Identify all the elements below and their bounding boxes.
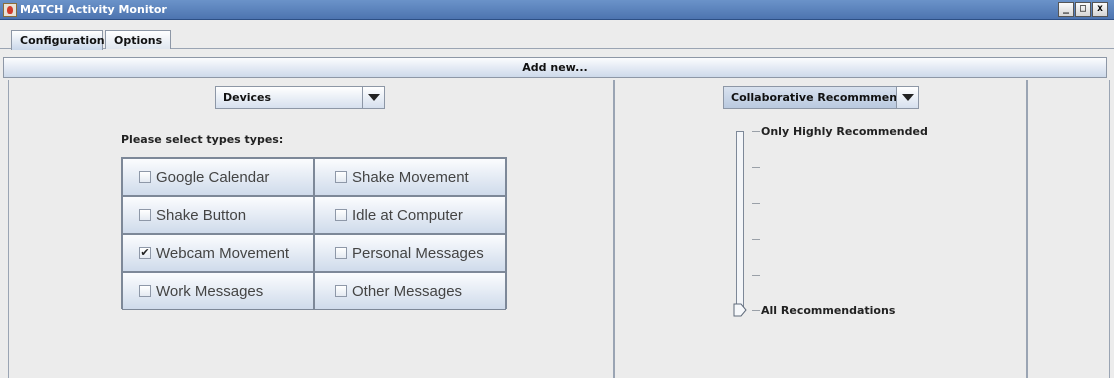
slider-tick: [752, 239, 760, 240]
checkbox-icon: [139, 209, 151, 221]
maximize-button[interactable]: □: [1075, 2, 1091, 17]
checkbox-icon: [335, 247, 347, 259]
checkbox-icon: [335, 209, 347, 221]
close-button[interactable]: x: [1092, 2, 1108, 17]
minimize-button[interactable]: _: [1058, 2, 1074, 17]
type-label: Webcam Movement: [156, 245, 290, 262]
slider-thumb-icon[interactable]: [733, 303, 747, 317]
checkbox-icon: ✔: [139, 247, 151, 259]
recommender-select[interactable]: Collaborative Recommmender: [723, 86, 919, 109]
type-label: Idle at Computer: [352, 207, 463, 224]
slider-bottom-label: All Recommendations: [761, 304, 896, 317]
type-toggle-google-calendar[interactable]: Google Calendar: [122, 158, 314, 196]
window-controls: _ □ x: [1058, 2, 1108, 17]
slider-tick: [752, 275, 760, 276]
checkbox-icon: [139, 285, 151, 297]
type-label: Google Calendar: [156, 169, 270, 186]
slider-tick: [752, 203, 760, 204]
recommender-value: Collaborative Recommmender: [731, 91, 918, 104]
type-label: Other Messages: [352, 283, 463, 300]
type-toggle-shake-button[interactable]: Shake Button: [122, 196, 314, 234]
chevron-down-icon[interactable]: [896, 87, 918, 108]
type-toggle-personal-messages[interactable]: Personal Messages: [314, 234, 506, 272]
slider-top-label: Only Highly Recommended: [761, 125, 928, 138]
type-prompt: Please select types types:: [121, 133, 284, 146]
recommendation-slider-track[interactable]: [736, 131, 744, 311]
type-toggle-grid: Google Calendar Shake Movement Shake But…: [121, 157, 507, 310]
window-title: MATCH Activity Monitor: [20, 3, 167, 16]
app-icon: [3, 3, 17, 17]
type-label: Work Messages: [156, 283, 264, 300]
type-toggle-idle-at-computer[interactable]: Idle at Computer: [314, 196, 506, 234]
checkbox-icon: [139, 171, 151, 183]
slider-tick: [752, 167, 760, 168]
slider-tick: [752, 310, 760, 311]
type-toggle-webcam-movement[interactable]: ✔ Webcam Movement: [122, 234, 314, 272]
add-new-button[interactable]: Add new...: [3, 57, 1107, 78]
type-toggle-shake-movement[interactable]: Shake Movement: [314, 158, 506, 196]
side-panel: [1027, 80, 1110, 378]
tab-options[interactable]: Options: [105, 30, 171, 49]
type-label: Shake Movement: [352, 169, 469, 186]
tab-configuration[interactable]: Configuration: [11, 30, 105, 50]
type-label: Personal Messages: [352, 245, 484, 262]
type-category-value: Devices: [223, 91, 272, 104]
slider-tick: [752, 131, 760, 132]
type-label: Shake Button: [156, 207, 247, 224]
type-toggle-other-messages[interactable]: Other Messages: [314, 272, 506, 310]
title-bar: MATCH Activity Monitor _ □ x: [0, 0, 1114, 20]
type-category-select[interactable]: Devices: [215, 86, 385, 109]
type-toggle-work-messages[interactable]: Work Messages: [122, 272, 314, 310]
tab-strip: Configuration Options: [0, 20, 1114, 50]
chevron-down-icon[interactable]: [362, 87, 384, 108]
checkbox-icon: [335, 171, 347, 183]
checkbox-icon: [335, 285, 347, 297]
